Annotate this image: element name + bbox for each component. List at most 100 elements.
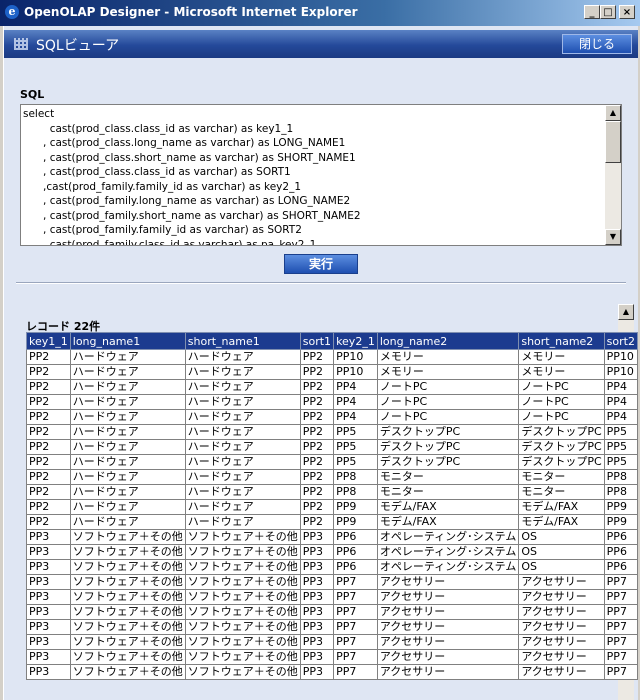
table-cell: ソフトウェア＋その他 xyxy=(69,634,186,650)
scroll-down-arrow-icon[interactable]: ▼ xyxy=(605,229,621,245)
table-cell: PP6 xyxy=(603,544,639,560)
minimize-button[interactable]: _ xyxy=(584,5,600,19)
table-cell: モニター xyxy=(376,469,520,485)
table-row: PP3 ソフトウェア＋その他 ソフトウェア＋その他 PP3 PP7 アクセサリー アクセサリ… xyxy=(26,664,639,680)
table-cell: OS xyxy=(518,559,605,575)
table-cell: ハードウェア xyxy=(69,499,186,515)
table-cell: PP7 xyxy=(333,604,378,620)
table-cell: PP4 xyxy=(603,394,639,410)
table-cell: PP5 xyxy=(333,454,378,470)
run-button[interactable]: 実行 xyxy=(284,254,358,274)
table-cell: PP8 xyxy=(333,469,378,485)
table-cell: モニター xyxy=(376,484,520,500)
table-cell: PP9 xyxy=(333,514,378,530)
results-table: key1_1 long_name1 short_name1 sort1 key2_1 lo… xyxy=(26,332,639,680)
table-cell: メモリー xyxy=(376,349,520,365)
results-table-wrapper: key1_1 long_name1 short_name1 sort1 key2_1 lo… xyxy=(26,332,639,680)
table-cell: ハードウェア xyxy=(184,364,301,380)
sql-text: select cast(prod_class.class_id as varch… xyxy=(23,108,361,246)
table-cell: ソフトウェア＋その他 xyxy=(184,664,301,680)
table-cell: PP7 xyxy=(603,649,639,665)
table-cell: PP2 xyxy=(299,469,335,485)
table-cell: PP2 xyxy=(299,424,335,440)
table-cell: PP2 xyxy=(299,439,335,455)
table-cell: PP7 xyxy=(603,619,639,635)
table-cell: PP2 xyxy=(26,469,71,485)
table-row: PP3 ソフトウェア＋その他 ソフトウェア＋その他 PP3 PP6 オペレーティング･シス… xyxy=(26,559,639,575)
browser-content: SQLビューア 閉じる SQL select cast(prod_class.c… xyxy=(3,26,639,700)
table-cell: PP10 xyxy=(333,349,378,365)
sql-scrollbar[interactable]: ▲ ▼ xyxy=(605,105,621,245)
table-cell: PP8 xyxy=(603,484,639,500)
table-cell: モニター xyxy=(518,484,605,500)
table-cell: PP3 xyxy=(26,529,71,545)
table-cell: ハードウェア xyxy=(69,454,186,470)
table-cell: メモリー xyxy=(518,349,605,365)
table-cell: PP5 xyxy=(603,439,639,455)
table-cell: ハードウェア xyxy=(184,454,301,470)
table-cell: PP8 xyxy=(603,469,639,485)
column-header-short-name1: short_name1 xyxy=(184,332,301,350)
table-row: PP2 ハードウェア ハードウェア PP2 PP5 デスクトップPC デスクトップPC PP5 xyxy=(26,454,639,470)
table-cell: デスクトップPC xyxy=(518,454,605,470)
table-cell: PP3 xyxy=(299,634,335,650)
table-cell: PP3 xyxy=(299,544,335,560)
table-cell: PP8 xyxy=(333,484,378,500)
table-cell: ソフトウェア＋その他 xyxy=(69,529,186,545)
table-cell: PP7 xyxy=(603,634,639,650)
table-cell: ノートPC xyxy=(376,409,520,425)
table-cell: ハードウェア xyxy=(184,439,301,455)
table-cell: モデム/FAX xyxy=(518,499,605,515)
table-cell: デスクトップPC xyxy=(376,454,520,470)
scroll-up-arrow-icon[interactable]: ▲ xyxy=(605,105,621,121)
maximize-button[interactable]: □ xyxy=(600,5,616,19)
table-cell: モデム/FAX xyxy=(518,514,605,530)
table-cell: アクセサリー xyxy=(518,619,605,635)
table-cell: ソフトウェア＋その他 xyxy=(69,649,186,665)
table-row: PP3 ソフトウェア＋その他 ソフトウェア＋その他 PP3 PP7 アクセサリー アクセサリ… xyxy=(26,634,639,650)
table-cell: ソフトウェア＋その他 xyxy=(184,619,301,635)
table-cell: PP2 xyxy=(26,409,71,425)
sql-label: SQL xyxy=(20,88,45,101)
table-cell: メモリー xyxy=(518,364,605,380)
table-cell: ハードウェア xyxy=(184,349,301,365)
table-cell: ハードウェア xyxy=(69,514,186,530)
table-cell: ハードウェア xyxy=(69,424,186,440)
table-cell: デスクトップPC xyxy=(518,439,605,455)
table-cell: PP7 xyxy=(333,589,378,605)
table-cell: PP3 xyxy=(26,544,71,560)
table-cell: ソフトウェア＋その他 xyxy=(69,544,186,560)
table-cell: PP5 xyxy=(603,454,639,470)
table-cell: モデム/FAX xyxy=(376,499,520,515)
table-row: PP2 ハードウェア ハードウェア PP2 PP10 メモリー メモリー PP10 xyxy=(26,349,639,365)
table-cell: ハードウェア xyxy=(69,379,186,395)
column-header-key1-1: key1_1 xyxy=(26,332,71,350)
table-cell: PP4 xyxy=(333,394,378,410)
table-cell: ソフトウェア＋その他 xyxy=(184,634,301,650)
table-cell: PP6 xyxy=(333,544,378,560)
table-row: PP3 ソフトウェア＋その他 ソフトウェア＋その他 PP3 PP7 アクセサリー アクセサリ… xyxy=(26,649,639,665)
close-window-button[interactable]: × xyxy=(619,5,635,19)
table-cell: アクセサリー xyxy=(376,589,520,605)
scroll-thumb[interactable] xyxy=(605,121,621,163)
table-row: PP2 ハードウェア ハードウェア PP2 PP10 メモリー メモリー PP10 xyxy=(26,364,639,380)
table-cell: ハードウェア xyxy=(184,394,301,410)
table-cell: PP2 xyxy=(26,454,71,470)
table-cell: PP3 xyxy=(26,649,71,665)
table-cell: PP3 xyxy=(299,589,335,605)
table-cell: PP3 xyxy=(26,664,71,680)
table-row: PP2 ハードウェア ハードウェア PP2 PP8 モニター モニター PP8 xyxy=(26,469,639,485)
table-cell: PP10 xyxy=(603,349,639,365)
table-cell: PP5 xyxy=(333,439,378,455)
table-cell: ハードウェア xyxy=(184,484,301,500)
table-cell: PP9 xyxy=(603,514,639,530)
window-title: OpenOLAP Designer - Microsoft Internet E… xyxy=(24,5,358,19)
table-cell: PP7 xyxy=(333,619,378,635)
table-cell: アクセサリー xyxy=(376,619,520,635)
table-cell: アクセサリー xyxy=(518,589,605,605)
sql-textarea[interactable]: select cast(prod_class.class_id as varch… xyxy=(20,104,622,246)
close-button[interactable]: 閉じる xyxy=(562,34,632,54)
table-cell: ノートPC xyxy=(518,409,605,425)
table-cell: ソフトウェア＋その他 xyxy=(184,589,301,605)
scroll-up-arrow-icon[interactable]: ▲ xyxy=(618,304,634,320)
